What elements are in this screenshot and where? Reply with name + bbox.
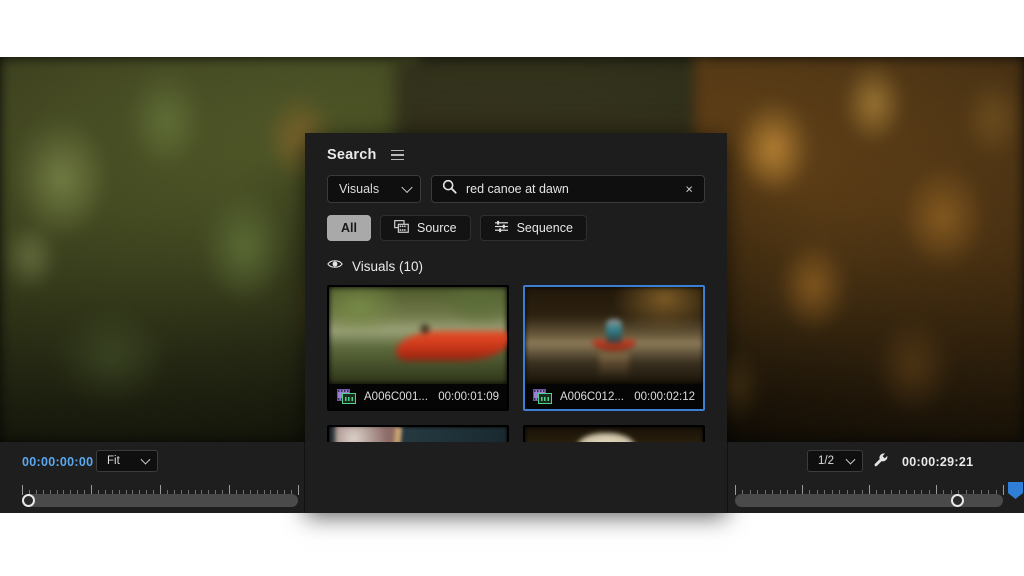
resolution-dropdown[interactable]: 1/2: [807, 450, 863, 472]
close-icon[interactable]: ×: [682, 181, 696, 198]
ruler-tick: [735, 485, 736, 495]
search-icon: [442, 179, 457, 199]
search-panel-header: Search: [305, 133, 727, 173]
filter-chip-row: All Source Sequence: [305, 203, 727, 241]
results-count-label: Visuals (10): [352, 258, 424, 274]
category-dropdown[interactable]: Visuals: [327, 175, 421, 203]
zoom-level-value: Fit: [107, 455, 120, 467]
chevron-down-icon: [845, 454, 856, 465]
ruler-tick: [22, 485, 23, 495]
filmstrip-badge-icon: [337, 388, 357, 405]
result-name-2: A006C012...: [560, 390, 624, 403]
filter-chip-all-label: All: [341, 221, 357, 235]
hamburger-menu-icon[interactable]: [389, 148, 406, 163]
result-duration-1: 00:00:01:09: [438, 390, 499, 403]
page-title: Search: [327, 147, 377, 163]
result-card-1[interactable]: A006C001... 00:00:01:09: [327, 285, 509, 411]
category-dropdown-value: Visuals: [339, 182, 380, 196]
ruler-tick: [1003, 485, 1004, 495]
result-thumbnail-1: [329, 287, 507, 384]
wrench-icon[interactable]: [873, 452, 890, 474]
current-timecode[interactable]: 00:00:00:00: [22, 455, 93, 469]
resolution-value: 1/2: [818, 455, 834, 467]
result-thumbnail-2: [525, 287, 703, 384]
sequence-tracks-icon: [494, 220, 509, 236]
result-card-2[interactable]: A006C012... 00:00:02:12: [523, 285, 705, 411]
timeline-scroll-left[interactable]: [21, 494, 298, 507]
result-caption-1: A006C001... 00:00:01:09: [329, 384, 507, 409]
panel-divider-left: [304, 442, 305, 513]
chevron-down-icon: [140, 454, 151, 465]
playhead-handle-right[interactable]: [951, 494, 965, 507]
search-input-value: red canoe at dawn: [466, 182, 569, 196]
playhead-handle-left[interactable]: [21, 494, 35, 507]
result-name-1: A006C001...: [364, 390, 428, 403]
filter-chip-all[interactable]: All: [327, 215, 371, 241]
results-header: Visuals (10): [305, 241, 727, 285]
ruler-tick: [298, 485, 299, 495]
filter-chip-sequence-label: Sequence: [516, 221, 573, 235]
screen-root: Search Visuals red canoe at dawn × All S…: [0, 0, 1024, 576]
marker-pin-icon[interactable]: [1008, 482, 1023, 499]
source-media-icon: [394, 220, 409, 236]
duration-timecode[interactable]: 00:00:29:21: [902, 455, 973, 469]
timeline-right-controls: 1/2 00:00:29:21: [727, 442, 1024, 513]
filter-chip-source[interactable]: Source: [379, 215, 471, 241]
chevron-down-icon: [401, 181, 413, 194]
filter-chip-sequence[interactable]: Sequence: [479, 215, 587, 241]
timeline-left-controls: 00:00:00:00 Fit: [0, 442, 305, 513]
timeline-bar: 00:00:00:00 Fit 1/2 00:00:29:21: [0, 442, 1024, 513]
result-caption-2: A006C012... 00:00:02:12: [525, 384, 703, 409]
filmstrip-badge-icon: [533, 388, 553, 405]
result-duration-2: 00:00:02:12: [634, 390, 695, 403]
eye-icon[interactable]: [327, 257, 343, 275]
search-input[interactable]: red canoe at dawn ×: [431, 175, 705, 203]
search-controls-row: Visuals red canoe at dawn ×: [305, 173, 727, 203]
timeline-scroll-right[interactable]: [735, 494, 1003, 507]
zoom-level-dropdown[interactable]: Fit: [96, 450, 158, 472]
filter-chip-source-label: Source: [416, 221, 457, 235]
